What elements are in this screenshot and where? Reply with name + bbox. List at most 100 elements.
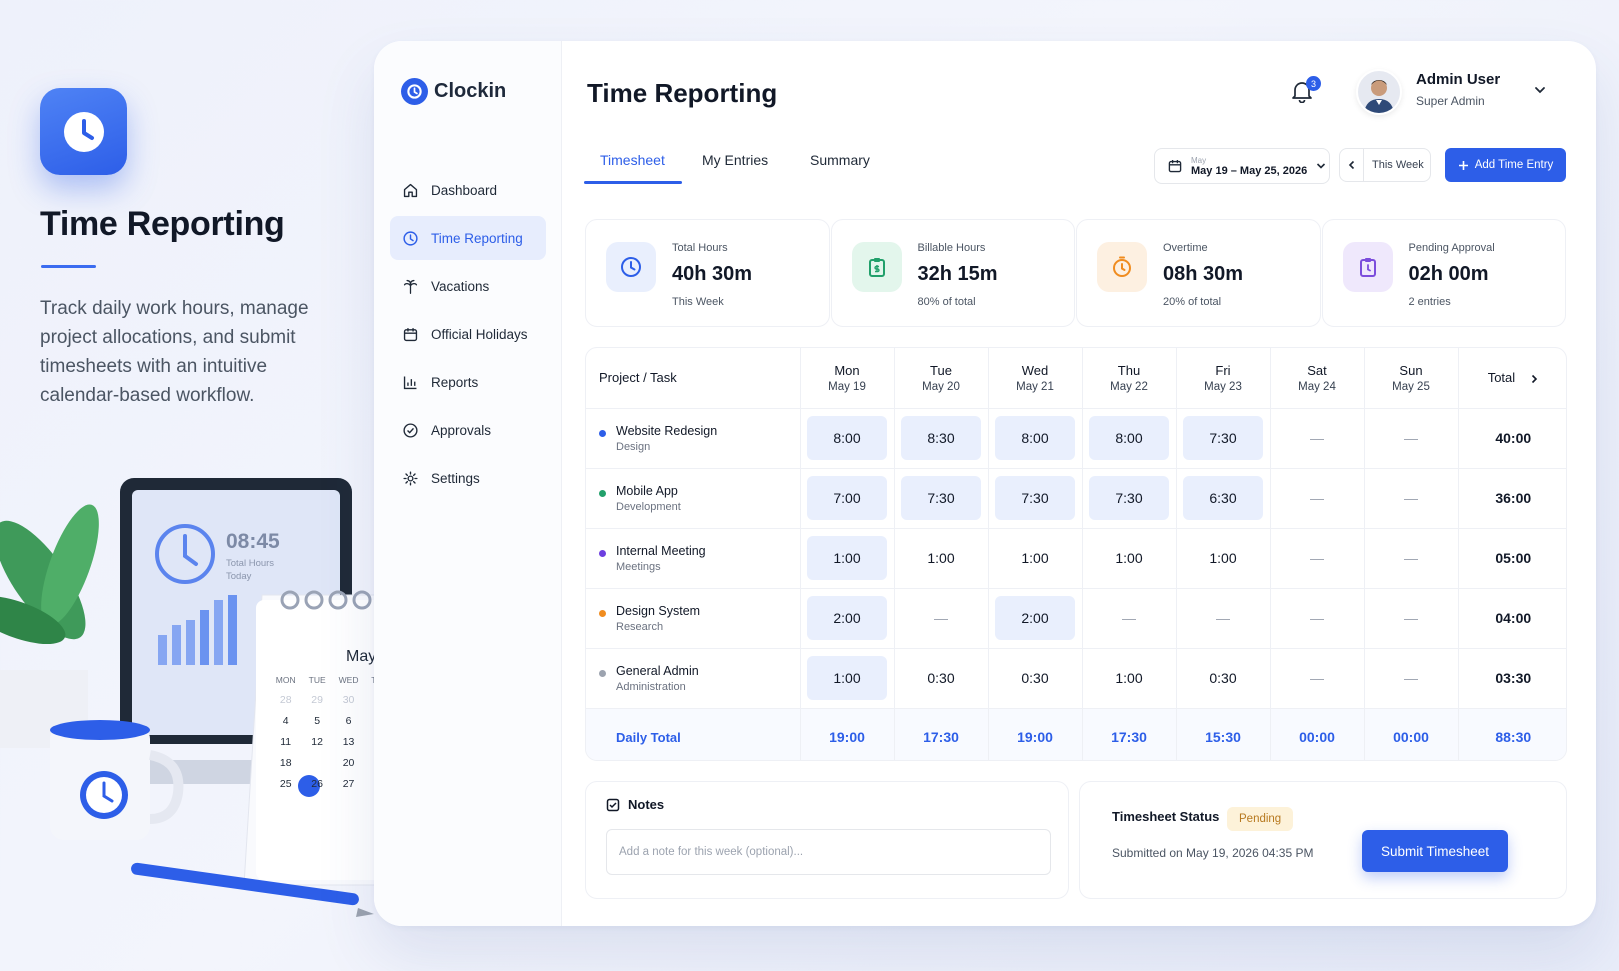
sidebar-item-official-holidays[interactable]: Official Holidays xyxy=(390,312,546,356)
hours-cell[interactable]: — xyxy=(1364,408,1459,469)
calendar-day: 13 xyxy=(342,736,355,748)
notifications-button[interactable]: 3 xyxy=(1291,76,1321,109)
this-week-button[interactable]: This Week xyxy=(1364,159,1424,171)
project-category: Meetings xyxy=(616,560,661,573)
submit-timesheet-button[interactable]: Submit Timesheet xyxy=(1362,830,1508,872)
hero-divider xyxy=(41,265,96,268)
add-time-entry-button[interactable]: Add Time Entry xyxy=(1445,148,1566,182)
hours-cell[interactable]: 7:30 xyxy=(894,468,989,529)
sidebar-item-approvals[interactable]: Approvals xyxy=(390,408,546,452)
clock-icon xyxy=(606,242,656,292)
hours-value: 8:00 xyxy=(807,416,887,460)
avatar[interactable] xyxy=(1356,69,1402,115)
chevron-left-icon xyxy=(1348,160,1354,170)
hours-cell[interactable]: 1:00 xyxy=(1176,528,1271,589)
sidebar-item-reports[interactable]: Reports xyxy=(390,360,546,404)
project-category: Design xyxy=(616,440,651,453)
hours-cell[interactable]: — xyxy=(1364,588,1459,649)
calendar-weekday: WED xyxy=(338,675,359,685)
hours-cell[interactable]: 7:00 xyxy=(800,468,895,529)
hours-cell[interactable]: 2:00 xyxy=(800,588,895,649)
calendar-day: 12 xyxy=(311,736,323,748)
calendar-day: 30 xyxy=(342,694,355,706)
calendar-day: 29 xyxy=(311,694,323,706)
week-navigation: This Week xyxy=(1339,148,1431,182)
day-date: May 25 xyxy=(1392,380,1430,393)
total-column-header[interactable]: Total xyxy=(1458,348,1566,409)
hours-value: 2:00 xyxy=(807,596,887,640)
hours-cell[interactable]: 7:30 xyxy=(988,468,1083,529)
hours-cell[interactable]: 0:30 xyxy=(894,648,989,709)
hours-cell[interactable]: — xyxy=(894,588,989,649)
stat-card-total-hours: Total Hours 40h 30m This Week xyxy=(585,219,830,327)
daily-total-value: 19:00 xyxy=(988,708,1083,760)
hours-cell[interactable]: — xyxy=(1270,528,1365,589)
calendar-day: 4 xyxy=(282,715,289,727)
hours-cell[interactable]: 8:00 xyxy=(1082,408,1177,469)
hours-cell[interactable]: — xyxy=(1270,648,1365,709)
brand[interactable]: Clockin xyxy=(401,78,506,105)
project-cell: Design System Research xyxy=(586,588,801,649)
prev-week-button[interactable] xyxy=(1340,149,1364,181)
hours-cell[interactable]: 7:30 xyxy=(1082,468,1177,529)
hours-cell[interactable]: 6:30 xyxy=(1176,468,1271,529)
hours-cell[interactable]: — xyxy=(1270,408,1365,469)
hours-cell[interactable]: 0:30 xyxy=(1176,648,1271,709)
day-column-header: Mon May 19 xyxy=(800,348,895,409)
project-name: Website Redesign xyxy=(616,423,718,438)
day-name: Thu xyxy=(1117,362,1141,378)
day-name: Mon xyxy=(834,362,860,378)
tab-timesheet[interactable]: Timesheet xyxy=(584,136,682,184)
sidebar-item-label: Vacations xyxy=(431,278,490,294)
daily-total-value: 00:00 xyxy=(1364,708,1459,760)
date-range-picker[interactable]: May May 19 – May 25, 2026 xyxy=(1154,148,1330,184)
sidebar-item-settings[interactable]: Settings xyxy=(390,456,546,500)
sidebar-item-dashboard[interactable]: Dashboard xyxy=(390,168,546,212)
hours-cell[interactable]: 8:00 xyxy=(800,408,895,469)
hero-description: Track daily work hours, manage project a… xyxy=(40,298,309,406)
hours-value: — xyxy=(1310,430,1324,446)
hours-cell[interactable]: 7:30 xyxy=(1176,408,1271,469)
hours-cell[interactable]: — xyxy=(1270,588,1365,649)
hours-cell[interactable]: — xyxy=(1364,468,1459,529)
hours-cell[interactable]: 1:00 xyxy=(988,528,1083,589)
stat-value: 08h 30m xyxy=(1163,263,1244,285)
hours-cell[interactable]: 1:00 xyxy=(800,528,895,589)
hours-cell[interactable]: 1:00 xyxy=(894,528,989,589)
hours-cell[interactable]: — xyxy=(1270,468,1365,529)
hours-cell[interactable]: — xyxy=(1176,588,1271,649)
user-menu-chevron-down-icon[interactable] xyxy=(1533,83,1547,102)
tab-my-entries[interactable]: My Entries xyxy=(682,136,794,184)
sidebar-item-vacations[interactable]: Vacations xyxy=(390,264,546,308)
row-total: 04:00 xyxy=(1458,588,1566,649)
hours-cell[interactable]: — xyxy=(1364,528,1459,589)
hours-cell[interactable]: 8:30 xyxy=(894,408,989,469)
sidebar-item-time-reporting[interactable]: Time Reporting xyxy=(390,216,546,260)
hours-cell[interactable]: 0:30 xyxy=(988,648,1083,709)
hours-cell[interactable]: 2:00 xyxy=(988,588,1083,649)
hours-cell[interactable]: 1:00 xyxy=(1082,648,1177,709)
hours-cell[interactable]: — xyxy=(1364,648,1459,709)
hours-value: 6:30 xyxy=(1183,476,1263,520)
stat-sub: 2 entries xyxy=(1408,296,1451,308)
day-date: May 22 xyxy=(1110,380,1148,393)
sidebar-item-label: Time Reporting xyxy=(431,230,523,246)
hours-value: — xyxy=(1404,430,1418,446)
project-name: Internal Meeting xyxy=(616,543,706,558)
day-column-header: Wed May 21 xyxy=(988,348,1083,409)
submitted-info: Submitted on May 19, 2026 04:35 PM xyxy=(1112,846,1314,860)
stat-label: Total Hours xyxy=(672,242,728,254)
stats-row: Total Hours 40h 30m This Week Billable H… xyxy=(585,219,1567,327)
hours-cell[interactable]: — xyxy=(1082,588,1177,649)
hours-cell[interactable]: 1:00 xyxy=(800,648,895,709)
row-total: 03:30 xyxy=(1458,648,1566,709)
hours-cell[interactable]: 1:00 xyxy=(1082,528,1177,589)
day-name: Sun xyxy=(1399,362,1423,378)
calendar-day: 26 xyxy=(311,778,323,790)
notes-input[interactable] xyxy=(606,829,1051,875)
daily-total-value: 00:00 xyxy=(1270,708,1365,760)
project-color-dot xyxy=(599,549,606,557)
hours-cell[interactable]: 8:00 xyxy=(988,408,1083,469)
day-column-header: Tue May 20 xyxy=(894,348,989,409)
tab-summary[interactable]: Summary xyxy=(794,136,886,184)
